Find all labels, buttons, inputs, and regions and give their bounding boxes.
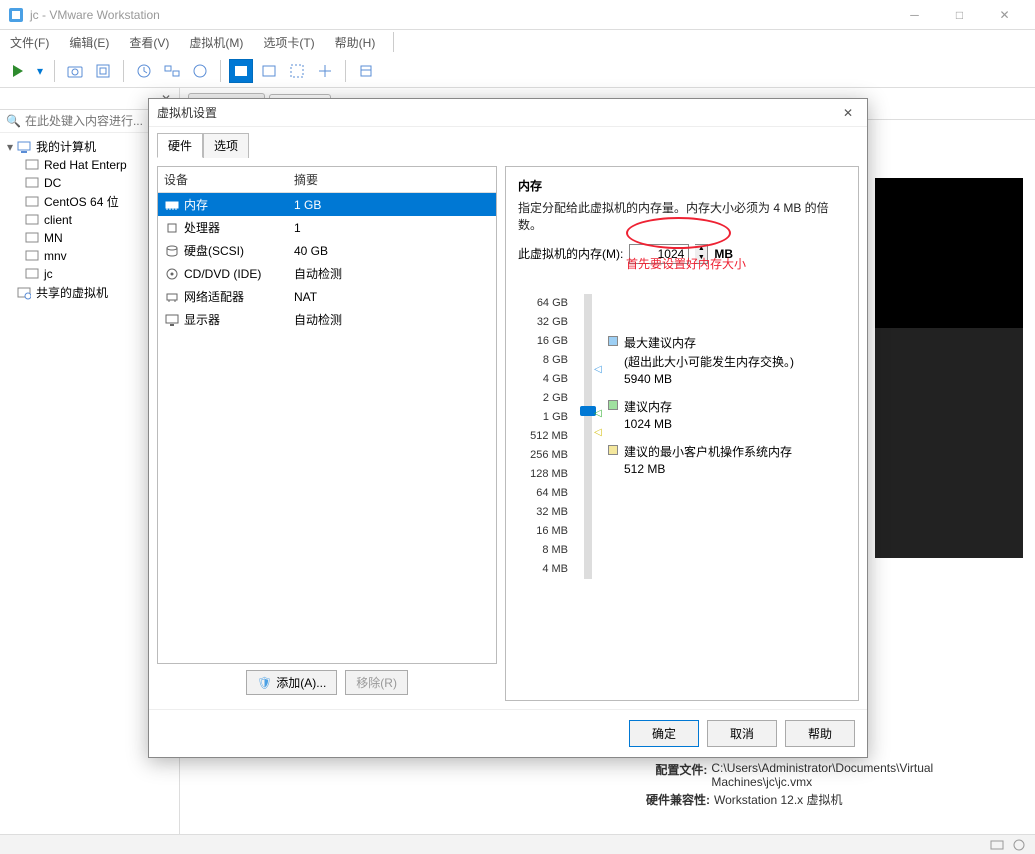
reco-max: 最大建议内存 (超出此大小可能发生内存交换。) 5940 MB: [608, 334, 846, 386]
tree-shared-label: 共享的虚拟机: [36, 284, 108, 301]
vm-preview: [875, 178, 1023, 558]
cancel-button[interactable]: 取消: [707, 720, 777, 747]
menu-vm[interactable]: 虚拟机(M): [183, 32, 249, 53]
revert-icon[interactable]: [132, 59, 156, 83]
memory-icon: [164, 197, 180, 213]
dev-cpu[interactable]: 处理器 1: [158, 216, 496, 239]
col-device: 设备: [164, 171, 294, 188]
search-icon: 🔍: [6, 114, 21, 128]
marker-max-icon: [594, 364, 602, 375]
dev-cd[interactable]: CD/DVD (IDE) 自动检测: [158, 262, 496, 285]
menu-view[interactable]: 查看(V): [123, 32, 175, 53]
view-console-icon[interactable]: [257, 59, 281, 83]
dropdown-icon[interactable]: ▾: [34, 59, 46, 83]
help-button[interactable]: 帮助: [785, 720, 855, 747]
snapshot-icon[interactable]: [63, 59, 87, 83]
shield-icon: 🛡: [257, 676, 272, 690]
swatch-blue: [608, 336, 618, 346]
annotation-text: 首先要设置好内存大小: [626, 255, 746, 272]
memory-slider[interactable]: [584, 294, 592, 579]
vm-icon: [24, 157, 40, 173]
marker-suggested-icon: [594, 408, 602, 419]
shared-icon: [16, 285, 32, 301]
swatch-green: [608, 400, 618, 410]
reco-min: 建议的最小客户机操作系统内存 512 MB: [608, 443, 846, 476]
memory-label: 此虚拟机的内存(M):: [518, 245, 623, 262]
menu-edit[interactable]: 编辑(E): [63, 32, 115, 53]
snapshot-manager-icon[interactable]: [160, 59, 184, 83]
vm-icon: [24, 194, 40, 210]
memory-tick-labels: 64 GB 32 GB 16 GB 8 GB 4 GB 2 GB 1 GB 51…: [518, 294, 568, 579]
dev-net[interactable]: 网络适配器 NAT: [158, 285, 496, 308]
vm-icon: [24, 266, 40, 282]
vm-icon: [24, 175, 40, 191]
dev-memory[interactable]: 内存 1 GB: [158, 193, 496, 216]
dlg-tab-options[interactable]: 选项: [203, 133, 249, 158]
device-table: 设备 摘要 内存 1 GB 处理器 1 硬盘(SCSI) 40 GB CD/DV…: [157, 166, 497, 664]
hdd-icon: [164, 243, 180, 259]
close-button[interactable]: ✕: [982, 0, 1027, 30]
vm-icon: [24, 248, 40, 264]
swatch-yellow: [608, 445, 618, 455]
app-icon: [8, 7, 24, 23]
unity-icon[interactable]: [313, 59, 337, 83]
marker-min-icon: [594, 427, 602, 438]
statusbar: [0, 834, 1035, 854]
maximize-button[interactable]: □: [937, 0, 982, 30]
ok-button[interactable]: 确定: [629, 720, 699, 747]
reco-suggested: 建议内存 1024 MB: [608, 398, 846, 431]
twisty-icon: ▾: [4, 140, 16, 154]
dialog-close-icon[interactable]: ✕: [837, 106, 859, 120]
vm-icon: [24, 212, 40, 228]
status-icon: [989, 837, 1005, 853]
memory-desc: 指定分配给此虚拟机的内存量。内存大小必须为 4 MB 的倍数。: [518, 200, 846, 234]
separator: [393, 32, 406, 52]
menu-file[interactable]: 文件(F): [4, 32, 55, 53]
memory-settings-panel: 内存 指定分配给此虚拟机的内存量。内存大小必须为 4 MB 的倍数。 此虚拟机的…: [505, 166, 859, 701]
computer-icon: [16, 139, 32, 155]
library-icon[interactable]: [354, 59, 378, 83]
display-icon: [164, 312, 180, 328]
vm-settings-dialog: 虚拟机设置 ✕ 硬件 选项 设备 摘要 内存 1 GB 处理器 1: [148, 98, 868, 758]
dialog-title: 虚拟机设置: [157, 104, 217, 121]
add-device-button[interactable]: 🛡添加(A)...: [246, 670, 337, 695]
network-icon: [164, 289, 180, 305]
dlg-tab-hardware[interactable]: 硬件: [157, 133, 203, 158]
menu-tabs[interactable]: 选项卡(T): [257, 32, 320, 53]
col-summary: 摘要: [294, 171, 490, 188]
dev-display[interactable]: 显示器 自动检测: [158, 308, 496, 331]
play-icon[interactable]: [6, 59, 30, 83]
status-icon: [1011, 837, 1027, 853]
minimize-button[interactable]: ─: [892, 0, 937, 30]
settings-icon[interactable]: [91, 59, 115, 83]
fullscreen-icon[interactable]: [285, 59, 309, 83]
vm-icon: [24, 230, 40, 246]
clock-icon[interactable]: [188, 59, 212, 83]
memory-heading: 内存: [518, 177, 846, 194]
dev-hdd[interactable]: 硬盘(SCSI) 40 GB: [158, 239, 496, 262]
tree-root-label: 我的计算机: [36, 138, 96, 155]
cpu-icon: [164, 220, 180, 236]
window-title: jc - VMware Workstation: [30, 8, 892, 22]
view-single-icon[interactable]: [229, 59, 253, 83]
remove-device-button: 移除(R): [345, 670, 408, 695]
menu-help[interactable]: 帮助(H): [329, 32, 382, 53]
cd-icon: [164, 266, 180, 282]
